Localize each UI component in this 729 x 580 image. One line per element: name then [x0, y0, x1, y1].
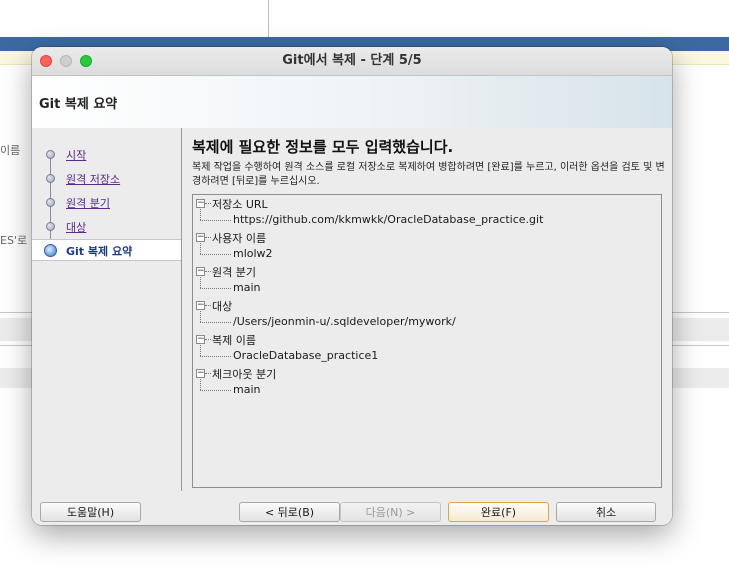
tree-node-label: 저장소 URL	[212, 198, 268, 211]
tree-node-user-name[interactable]: − 사용자 이름	[193, 229, 659, 246]
tree-connector	[205, 203, 211, 204]
tree-node-clone-name[interactable]: − 복제 이름	[193, 331, 659, 348]
tree-value: /Users/jeonmin-u/.sqldeveloper/mywork/	[233, 315, 456, 328]
tree-connector	[200, 277, 201, 288]
tree-value: OracleDatabase_practice1	[233, 349, 379, 362]
tree-connector	[200, 209, 201, 220]
help-button[interactable]: 도움말(H)	[40, 502, 141, 522]
tree-connector	[200, 322, 231, 323]
tree-connector	[200, 345, 201, 356]
finish-button[interactable]: 완료(F)	[448, 502, 549, 522]
tree-node-remote-branch[interactable]: − 원격 분기	[193, 263, 659, 280]
wizard-step-nav: 시작 원격 저장소 원격 분기 대상 Git 복제 요약	[32, 128, 182, 491]
tree-connector	[200, 390, 231, 391]
tree-node-destination[interactable]: − 대상	[193, 297, 659, 314]
window-title: Git에서 복제 - 단계 5/5	[282, 53, 422, 68]
title-bar: Git에서 복제 - 단계 5/5	[32, 47, 672, 76]
step-dot-icon	[46, 198, 55, 207]
step-label: Git 복제 요약	[66, 245, 133, 258]
tree-node-checkout-branch[interactable]: − 체크아웃 분기	[193, 365, 659, 382]
tree-connector	[200, 379, 201, 390]
step-destination[interactable]: 대상	[32, 216, 181, 236]
current-step-icon	[44, 244, 57, 257]
cancel-button[interactable]: 취소	[556, 502, 656, 522]
tree-connector	[200, 356, 231, 357]
tree-node-label: 원격 분기	[212, 266, 256, 279]
tree-connector	[205, 271, 211, 272]
step-remote-branch[interactable]: 원격 분기	[32, 192, 181, 212]
background-label-name: 이름	[0, 144, 21, 157]
step-label[interactable]: 대상	[66, 219, 86, 235]
wizard-header: Git 복제 요약	[32, 76, 672, 129]
tree-connector	[200, 288, 231, 289]
wizard-content: 복제에 필요한 정보를 모두 입력했습니다. 복제 작업을 수행하여 원격 소스…	[182, 128, 672, 491]
step-label[interactable]: 시작	[66, 147, 86, 163]
tree-connector	[205, 237, 211, 238]
content-description: 복제 작업을 수행하여 원격 소스를 로컬 저장소로 복제하여 병합하려면 [완…	[192, 162, 665, 187]
tree-node-label: 체크아웃 분기	[212, 368, 277, 381]
collapse-icon[interactable]: −	[196, 267, 205, 276]
collapse-icon[interactable]: −	[196, 199, 205, 208]
step-summary[interactable]: Git 복제 요약	[32, 239, 181, 261]
step-label[interactable]: 원격 분기	[66, 195, 110, 211]
step-label[interactable]: 원격 저장소	[66, 171, 120, 187]
tree-value: main	[233, 281, 261, 294]
background-label-es: ES'로	[0, 234, 28, 247]
collapse-icon[interactable]: −	[196, 233, 205, 242]
tree-node-label: 대상	[212, 300, 233, 313]
tree-connector	[200, 254, 231, 255]
tree-node-label: 복제 이름	[212, 334, 256, 347]
collapse-icon[interactable]: −	[196, 335, 205, 344]
next-button: 다음(N) >	[340, 502, 441, 522]
wizard-header-title: Git 복제 요약	[39, 97, 118, 112]
step-start[interactable]: 시작	[32, 144, 181, 164]
tree-connector	[205, 305, 211, 306]
tree-value: mlolw2	[233, 247, 273, 260]
tree-connector	[200, 311, 201, 322]
collapse-icon[interactable]: −	[196, 301, 205, 310]
summary-tree: − 저장소 URL https://github.com/kkmwkk/Orac…	[192, 194, 662, 488]
tree-value: main	[233, 383, 261, 396]
step-dot-icon	[46, 150, 55, 159]
tree-node-repository-url[interactable]: − 저장소 URL	[193, 195, 659, 212]
tree-connector	[200, 220, 231, 221]
tree-value: https://github.com/kkmwkk/OracleDatabase…	[233, 213, 544, 226]
tree-connector	[205, 373, 211, 374]
content-heading: 복제에 필요한 정보를 모두 입력했습니다.	[192, 138, 454, 156]
step-dot-icon	[46, 174, 55, 183]
wizard-footer: 도움말(H) < 뒤로(B) 다음(N) > 완료(F) 취소	[32, 491, 672, 525]
back-button[interactable]: < 뒤로(B)	[239, 502, 340, 522]
step-remote-repository[interactable]: 원격 저장소	[32, 168, 181, 188]
tree-connector	[200, 243, 201, 254]
tree-node-label: 사용자 이름	[212, 232, 267, 245]
step-dot-icon	[46, 222, 55, 231]
clone-from-git-dialog: Git에서 복제 - 단계 5/5 Git 복제 요약 시작 원격 저장소 원격…	[32, 47, 672, 525]
tree-connector	[205, 339, 211, 340]
collapse-icon[interactable]: −	[196, 369, 205, 378]
